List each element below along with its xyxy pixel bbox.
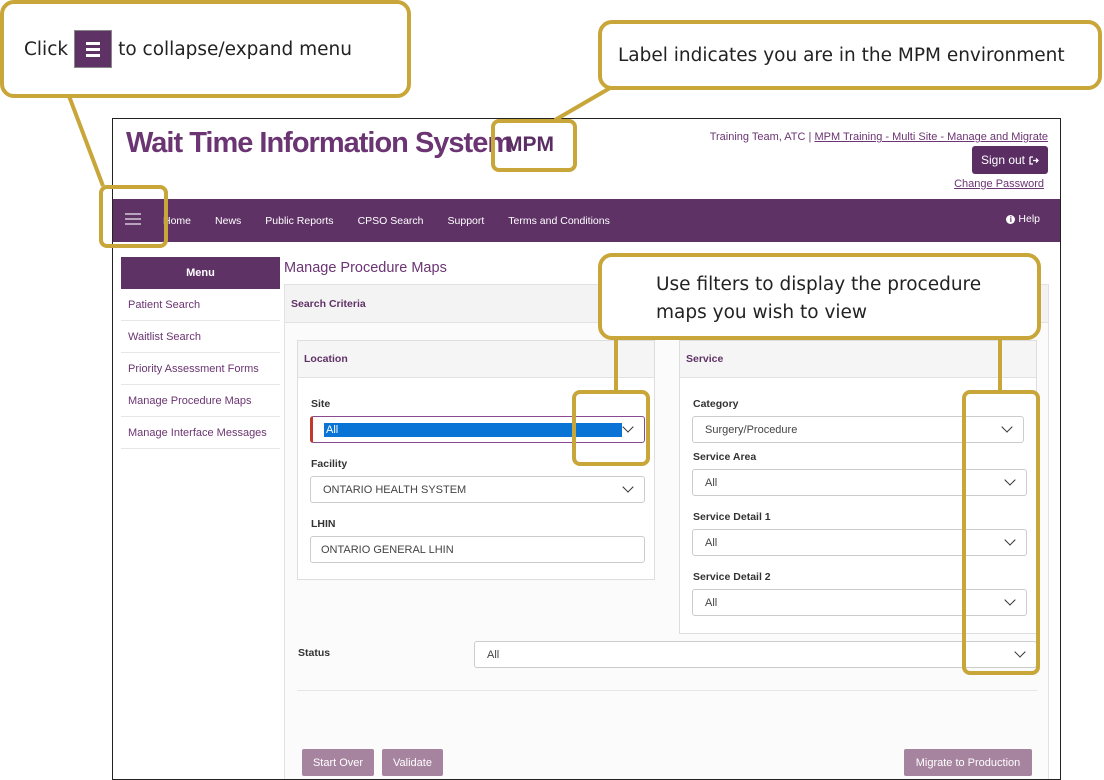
hamburger-icon — [74, 30, 113, 68]
callout-mpm-environment: Label indicates you are in the MPM envir… — [598, 20, 1102, 90]
service-detail-2-value: All — [705, 596, 718, 609]
highlight-site-dropdown — [572, 390, 650, 466]
sidebar-item-manage-interface-messages[interactable]: Manage Interface Messages — [121, 417, 280, 449]
callout-menu-suffix: to collapse/expand menu — [118, 38, 352, 60]
status-select[interactable]: All — [474, 641, 1037, 668]
lhin-label: LHIN — [311, 518, 336, 530]
service-detail-2-label: Service Detail 2 — [693, 571, 771, 583]
nav-cpso-search[interactable]: CPSO Search — [358, 215, 424, 227]
status-label: Status — [298, 647, 331, 659]
start-over-button[interactable]: Start Over — [302, 749, 374, 776]
user-name: Training Team, ATC — [709, 131, 806, 143]
top-navbar: Home News Public Reports CPSO Search Sup… — [113, 199, 1060, 242]
lhin-field[interactable]: ONTARIO GENERAL LHIN — [310, 536, 645, 563]
validate-button[interactable]: Validate — [382, 749, 443, 776]
callout-filters: Use filters to display the procedure map… — [598, 253, 1041, 340]
facility-select[interactable]: ONTARIO HEALTH SYSTEM — [310, 476, 645, 503]
sign-out-button[interactable]: Sign out — [972, 146, 1048, 174]
sidebar-menu: Menu Patient Search Waitlist Search Prio… — [121, 257, 280, 449]
facility-value: ONTARIO HEALTH SYSTEM — [323, 483, 467, 496]
callout-menu-toggle: Click to collapse/expand menu — [0, 0, 411, 98]
nav-items: Home News Public Reports CPSO Search Sup… — [163, 199, 634, 242]
nav-public-reports[interactable]: Public Reports — [265, 215, 333, 227]
sidebar-title: Menu — [121, 257, 280, 289]
chevron-down-icon — [622, 481, 634, 493]
sign-out-label: Sign out — [980, 153, 1026, 167]
callout-filters-text: Use filters to display the procedure map… — [656, 274, 982, 323]
sidebar-item-patient-search[interactable]: Patient Search — [121, 289, 280, 321]
page-title: Manage Procedure Maps — [284, 260, 447, 276]
callout-menu-prefix: Click — [24, 38, 69, 60]
divider — [297, 690, 1037, 691]
facility-label: Facility — [311, 458, 348, 470]
category-label: Category — [693, 398, 739, 410]
sidebar-item-waitlist-search[interactable]: Waitlist Search — [121, 321, 280, 353]
search-criteria-panel: Search Criteria Location Site All Facili… — [284, 284, 1049, 779]
service-area-value: All — [705, 476, 718, 489]
app-title: Wait Time Information System — [126, 127, 513, 159]
service-detail-1-value: All — [705, 536, 718, 549]
sidebar-item-manage-procedure-maps[interactable]: Manage Procedure Maps — [121, 385, 280, 417]
nav-terms[interactable]: Terms and Conditions — [508, 215, 610, 227]
service-title: Service — [680, 341, 1036, 378]
change-password-link[interactable]: Change Password — [954, 178, 1044, 190]
location-title: Location — [298, 341, 654, 378]
help-label: Help — [1018, 213, 1040, 225]
sidebar-item-priority-assessment-forms[interactable]: Priority Assessment Forms — [121, 353, 280, 385]
highlight-service-dropdowns — [962, 390, 1040, 675]
nav-news[interactable]: News — [215, 215, 241, 227]
highlight-hamburger — [99, 185, 168, 248]
category-value: Surgery/Procedure — [705, 423, 798, 436]
nav-support[interactable]: Support — [448, 215, 485, 227]
lhin-value: ONTARIO GENERAL LHIN — [321, 543, 454, 556]
user-context: Training Team, ATC | MPM Training - Mult… — [710, 131, 1048, 143]
context-link[interactable]: MPM Training - Multi Site - Manage and M… — [814, 131, 1048, 143]
migrate-to-production-button[interactable]: Migrate to Production — [904, 749, 1032, 776]
service-detail-1-label: Service Detail 1 — [693, 511, 771, 523]
service-area-label: Service Area — [693, 451, 757, 463]
callout-mpm-text: Label indicates you are in the MPM envir… — [618, 44, 1065, 66]
site-label: Site — [311, 398, 331, 410]
info-icon: i — [1006, 214, 1016, 224]
sign-out-icon — [1029, 155, 1039, 165]
status-value: All — [487, 648, 500, 661]
help-link[interactable]: i Help — [1006, 213, 1040, 225]
highlight-mpm-label — [491, 119, 577, 172]
